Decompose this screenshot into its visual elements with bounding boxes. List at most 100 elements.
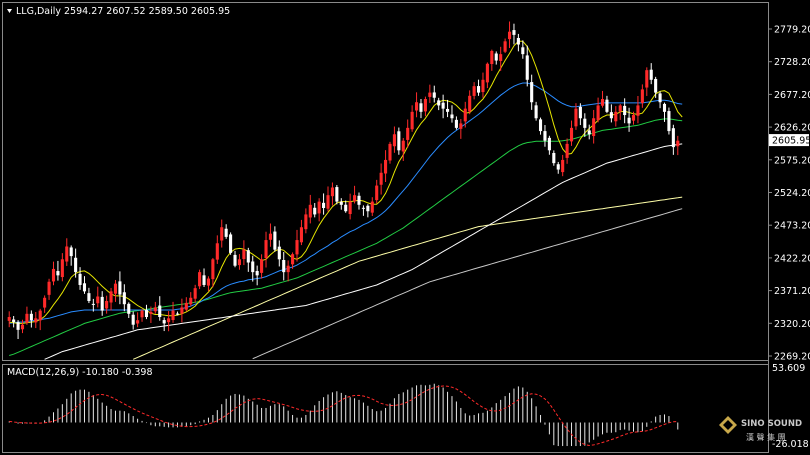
- candle-body: [384, 159, 388, 174]
- macd-tick-label: 53.609: [772, 363, 805, 374]
- candle-body: [273, 231, 277, 250]
- price-axis: 2779.20 2728.20 2677.20 2626.20 2575.20 2524.…: [768, 25, 810, 363]
- candle-body: [286, 265, 290, 273]
- candle-body: [561, 159, 565, 173]
- candle-body: [96, 296, 100, 304]
- bear-candle: [538, 117, 543, 135]
- candle-body: [242, 249, 246, 260]
- candle-body: [432, 92, 436, 98]
- bear-candle: [437, 97, 441, 111]
- candle-body: [198, 272, 202, 287]
- candle-body: [419, 103, 423, 112]
- candle-body: [16, 322, 20, 330]
- bull-candle: [189, 292, 193, 307]
- candle-body: [441, 102, 445, 109]
- candle-body: [348, 201, 352, 215]
- candle-body: [401, 140, 405, 152]
- bull-candle: [167, 311, 171, 332]
- candle-body: [87, 293, 91, 301]
- candle-body: [7, 317, 11, 321]
- bull-candle: [193, 284, 197, 303]
- candle-body: [220, 227, 224, 241]
- bear-candle: [547, 135, 551, 155]
- candle-body: [406, 127, 410, 140]
- bull-candle: [384, 150, 388, 182]
- candle-body: [423, 99, 427, 112]
- candle-body: [459, 123, 463, 129]
- candle-body: [662, 103, 667, 112]
- candle-body: [149, 311, 153, 314]
- candle-body: [193, 288, 197, 299]
- bear-candle: [397, 127, 401, 155]
- candle-body: [468, 95, 472, 112]
- bull-candle: [215, 235, 219, 264]
- bear-candle: [131, 311, 135, 330]
- bear-candle: [277, 240, 281, 267]
- bear-candle: [224, 224, 228, 239]
- candle-body: [105, 300, 109, 309]
- bull-candle: [198, 269, 202, 290]
- bull-candle: [415, 92, 419, 118]
- bear-candle: [87, 287, 91, 304]
- dropdown-triangle-icon[interactable]: [7, 9, 12, 13]
- candle-body: [578, 106, 582, 119]
- bull-candle: [43, 295, 47, 313]
- candle-body: [69, 247, 73, 257]
- bear-candle: [361, 205, 365, 216]
- candle-body: [410, 111, 414, 130]
- candle-body: [251, 261, 255, 273]
- bear-candle: [255, 265, 259, 286]
- candle-body: [299, 227, 303, 243]
- bear-candle: [649, 63, 653, 85]
- ma-150-line: [133, 196, 683, 360]
- bear-candle: [251, 255, 255, 282]
- candle-body: [357, 195, 361, 205]
- bear-candle: [162, 317, 166, 332]
- bear-candle: [282, 251, 286, 281]
- candle-body: [175, 313, 180, 315]
- candle-body: [51, 268, 56, 282]
- candle-body: [144, 310, 149, 318]
- bull-candle: [25, 306, 29, 325]
- candle-body: [237, 259, 242, 266]
- candle-body: [29, 313, 33, 321]
- candle-body: [605, 99, 609, 112]
- bull-candle: [503, 38, 507, 54]
- bear-candle: [127, 302, 131, 318]
- candle-body: [78, 273, 82, 285]
- bear-candle: [516, 33, 520, 52]
- bear-candle: [658, 91, 662, 109]
- bear-candle: [609, 104, 613, 123]
- candle-body: [60, 259, 64, 278]
- candle-body: [153, 307, 157, 312]
- candle-body: [118, 281, 122, 295]
- bear-candle: [445, 99, 450, 118]
- candle-body: [437, 100, 441, 106]
- candle-body: [202, 275, 206, 285]
- candle-body: [476, 86, 481, 93]
- bear-candle: [667, 107, 671, 135]
- candle-body: [215, 243, 219, 260]
- bull-candle: [65, 238, 69, 266]
- candle-body: [317, 201, 321, 214]
- candle-body: [392, 134, 396, 147]
- bull-candle: [468, 90, 472, 115]
- bear-candle: [339, 198, 343, 210]
- candle-body: [534, 105, 538, 119]
- candle-body: [100, 296, 104, 311]
- candle-body: [671, 128, 675, 148]
- bear-candle: [202, 268, 206, 288]
- bull-candle: [242, 240, 246, 266]
- candle-body: [113, 283, 118, 294]
- bear-candle: [454, 116, 458, 130]
- candle-body: [667, 111, 671, 132]
- symbol-label: LLG,Daily: [16, 6, 61, 17]
- candle-body: [397, 131, 401, 151]
- candle-body: [490, 50, 494, 65]
- bull-candle: [96, 286, 100, 308]
- bear-candle: [273, 226, 277, 252]
- candle-body: [494, 53, 498, 61]
- current-price-tag: 2605.95: [769, 134, 810, 147]
- bear-candle: [246, 247, 250, 272]
- candle-body: [485, 63, 489, 83]
